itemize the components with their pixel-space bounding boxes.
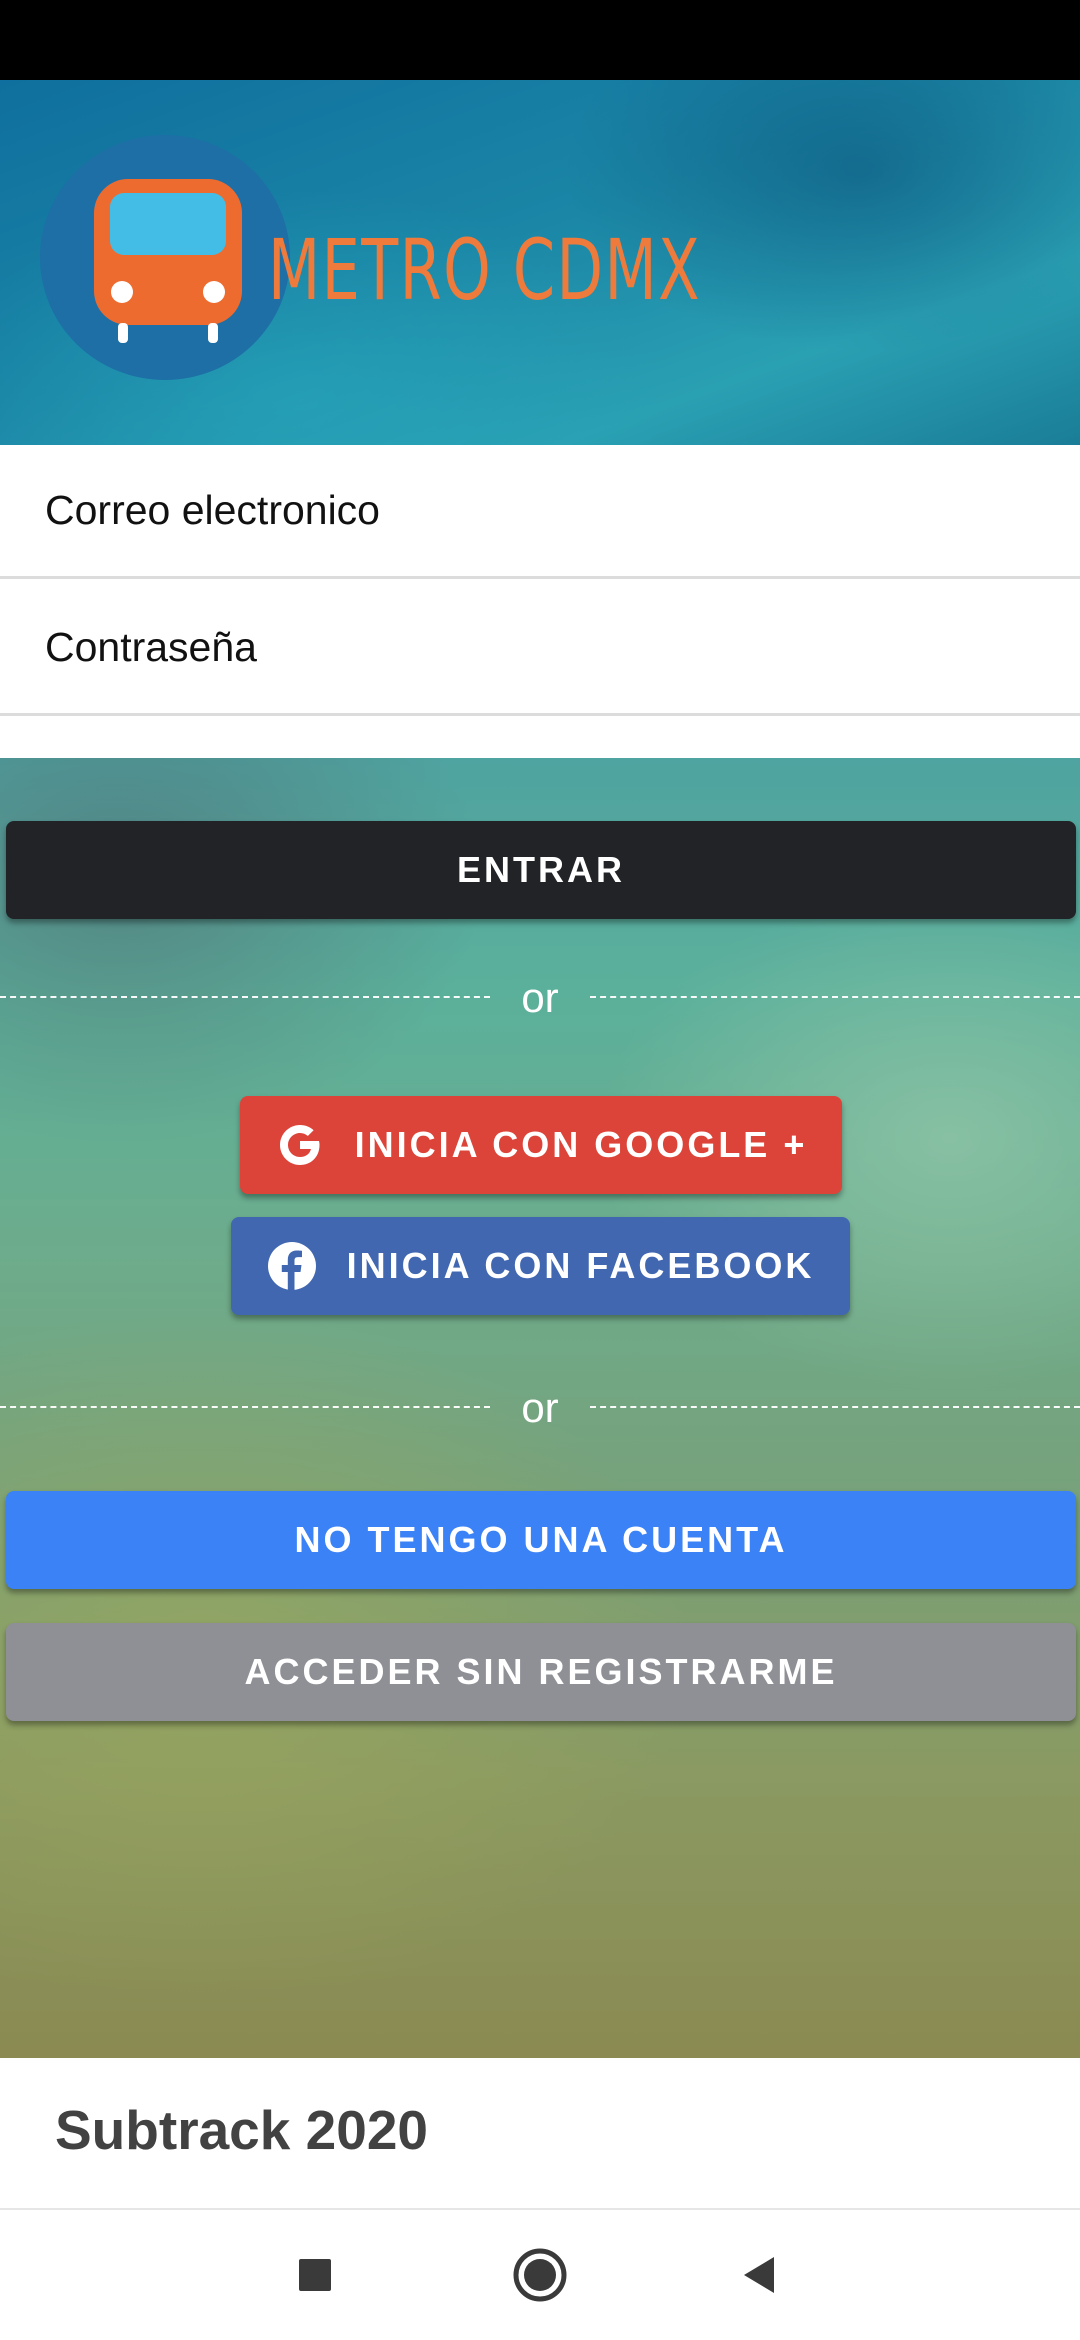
bus-icon <box>94 179 242 343</box>
footer-text: Subtrack 2020 <box>55 2099 428 2161</box>
nav-recents-button[interactable] <box>280 2240 350 2310</box>
facebook-icon <box>267 1242 316 1290</box>
google-login-label: INICIA CON GOOGLE + <box>354 1124 808 1165</box>
register-button[interactable]: NO TENGO UNA CUENTA <box>6 1491 1076 1589</box>
app-header: METRO CDMX <box>0 80 1080 445</box>
google-icon <box>279 1125 320 1165</box>
nav-back-button[interactable] <box>725 2240 795 2310</box>
email-field-container <box>0 445 1080 579</box>
or-divider: or <box>0 968 1080 1028</box>
back-triangle-icon <box>744 2257 774 2293</box>
login-form <box>0 445 1080 758</box>
email-field[interactable] <box>0 445 1080 576</box>
guest-access-label: ACCEDER SIN REGISTRARME <box>244 1651 838 1692</box>
divider-line-right <box>590 1406 1080 1408</box>
register-button-label: NO TENGO UNA CUENTA <box>294 1519 788 1560</box>
system-navigation-bar <box>0 2210 1080 2340</box>
google-login-button[interactable]: INICIA CON GOOGLE + <box>240 1096 842 1194</box>
nav-home-button[interactable] <box>505 2240 575 2310</box>
login-button-label: ENTRAR <box>457 849 625 890</box>
divider-or-label: or <box>521 974 559 1021</box>
app-logo-text: METRO CDMX <box>268 221 702 319</box>
password-field-container <box>0 582 1080 716</box>
home-circle-icon <box>513 2248 567 2302</box>
divider-line-left <box>0 1406 490 1408</box>
login-button[interactable]: ENTRAR <box>6 821 1076 919</box>
recents-square-icon <box>299 2259 331 2291</box>
facebook-login-label: INICIA CON FACEBOOK <box>346 1245 815 1286</box>
divider-line-left <box>0 996 490 998</box>
divider-line-right <box>590 996 1080 998</box>
footer: Subtrack 2020 <box>0 2058 1080 2210</box>
password-field[interactable] <box>0 582 1080 713</box>
or-divider-2: or <box>0 1378 1080 1438</box>
divider-or-label: or <box>521 1384 559 1431</box>
guest-access-button[interactable]: ACCEDER SIN REGISTRARME <box>6 1623 1076 1721</box>
login-actions-panel: ENTRAR or INICIA CON GOOGLE + INICIA CON… <box>0 758 1080 2058</box>
facebook-login-button[interactable]: INICIA CON FACEBOOK <box>231 1217 850 1315</box>
status-bar <box>0 0 1080 80</box>
